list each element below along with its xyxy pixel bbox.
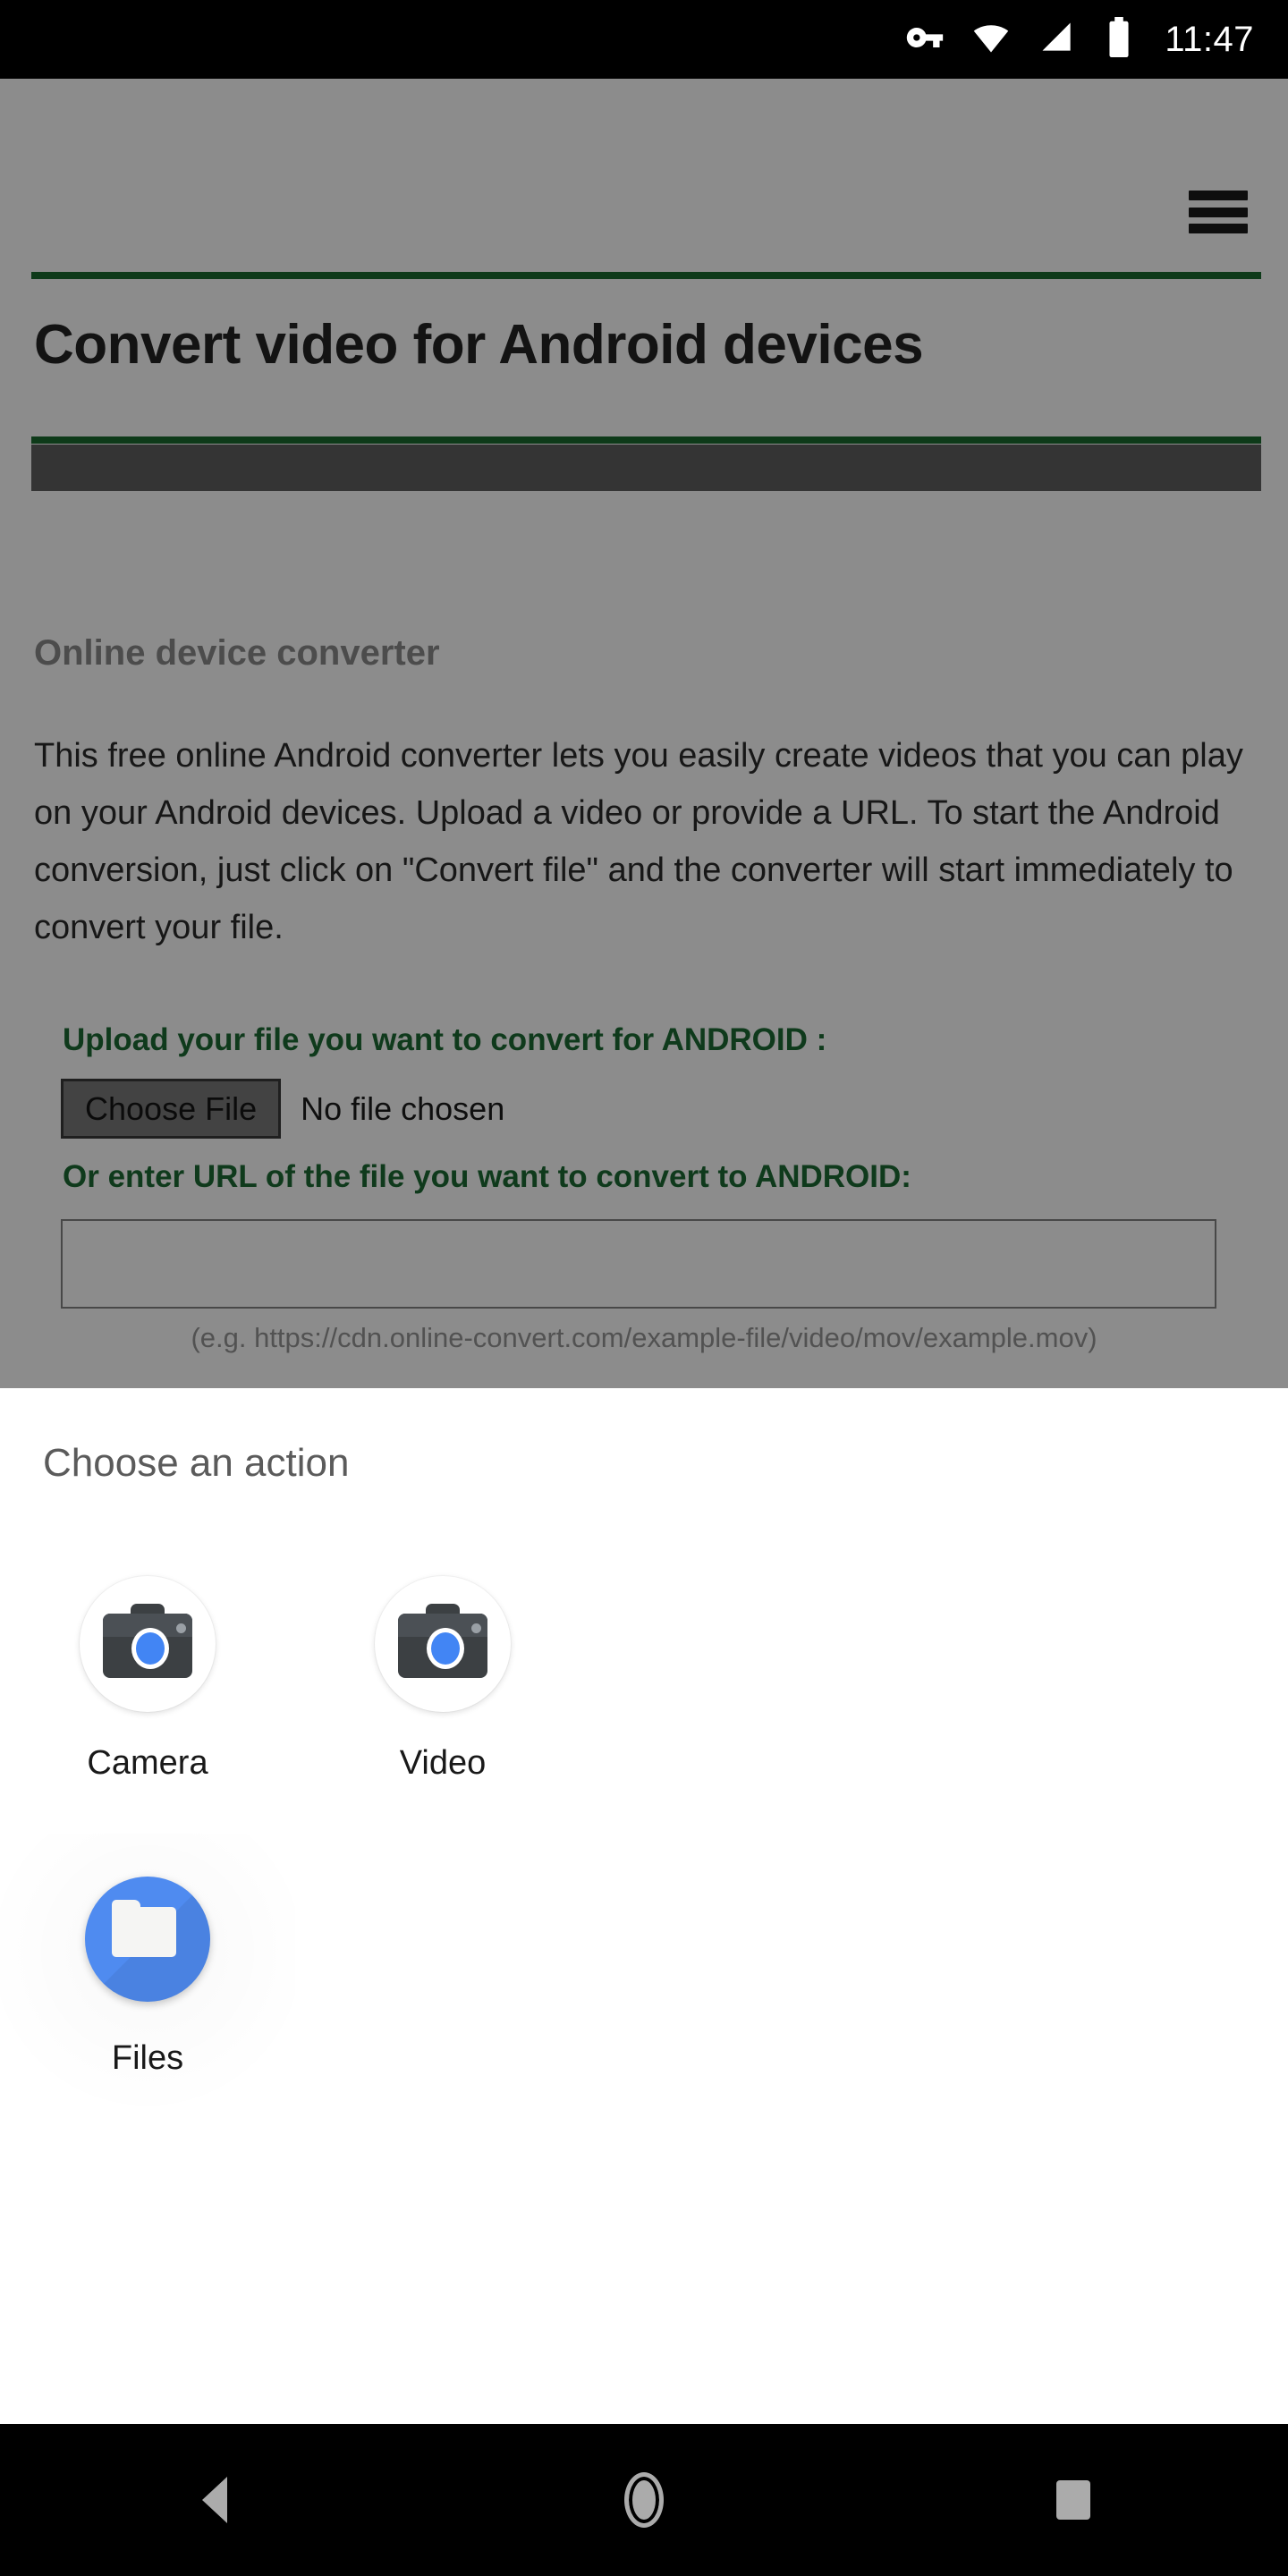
back-icon[interactable] (152, 2437, 277, 2563)
battery-icon (1104, 16, 1134, 63)
file-picker-row: Choose File No file chosen (61, 1079, 505, 1140)
device-screen: 11:47 Convert video for Android devices … (0, 0, 1288, 2576)
action-item-video[interactable]: Video (295, 1538, 590, 1834)
status-bar-icons (905, 16, 1134, 63)
action-item-camera[interactable]: Camera (0, 1538, 295, 1834)
url-section-label: Or enter URL of the file you want to con… (63, 1159, 911, 1194)
camera-icon (80, 1576, 216, 1712)
choose-file-button[interactable]: Choose File (61, 1079, 282, 1140)
url-example-hint: (e.g. https://cdn.online-convert.com/exa… (191, 1322, 1097, 1353)
action-row: Files (0, 1834, 1288, 2129)
system-navigation-bar (0, 2424, 1288, 2576)
file-status-text: No file chosen (301, 1089, 505, 1127)
upload-section-label: Upload your file you want to convert for… (63, 1022, 827, 1057)
action-label: Video (399, 1744, 487, 1782)
action-grid: Camera Video Files (0, 1538, 1288, 2129)
url-input[interactable] (61, 1219, 1216, 1309)
divider-bottom (31, 436, 1261, 444)
section-subheading: Online device converter (34, 633, 440, 673)
recents-icon[interactable] (1011, 2437, 1136, 2563)
action-label: Files (111, 2039, 184, 2077)
status-bar: 11:47 (0, 0, 1288, 79)
divider-top (31, 272, 1261, 279)
ad-placeholder (31, 445, 1261, 491)
action-row: Camera Video (0, 1538, 1288, 1834)
camcorder-icon (375, 1576, 511, 1712)
action-label: Camera (87, 1744, 208, 1782)
status-bar-clock: 11:47 (1165, 19, 1254, 59)
home-icon[interactable] (581, 2437, 707, 2563)
wifi-icon (971, 18, 1011, 62)
page-title: Convert video for Android devices (34, 314, 924, 376)
vpn-key-icon (905, 18, 945, 62)
bottom-sheet-title: Choose an action (43, 1441, 350, 1485)
action-item-files[interactable]: Files (0, 1834, 295, 2129)
page-description: This free online Android converter lets … (34, 737, 1243, 946)
files-folder-icon (80, 1871, 216, 2007)
hamburger-menu-icon[interactable] (1189, 191, 1248, 233)
cell-signal-icon (1038, 18, 1077, 62)
